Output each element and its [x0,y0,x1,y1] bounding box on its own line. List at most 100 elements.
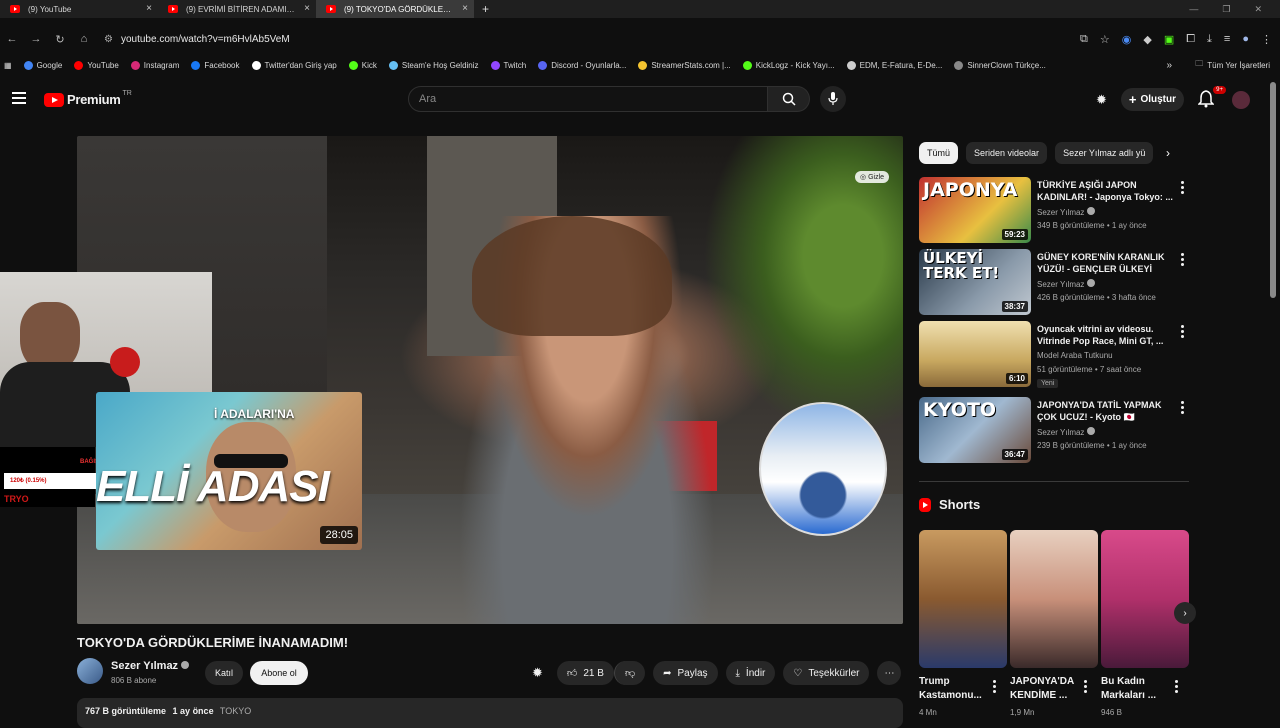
profile-icon[interactable]: ● [1242,33,1249,45]
download-button[interactable]: ⤓ İndir [725,661,776,685]
short-item[interactable]: JAPONYA'DA KENDİME ... 1,9 Mn [1010,530,1098,720]
share-button[interactable]: ➦ Paylaş [653,661,718,685]
bookmark-twitch[interactable]: Twitch [490,60,526,70]
channel-name[interactable]: Model Araba Tutkunu [1037,351,1113,360]
video-title[interactable]: Oyuncak vitrini av videosu. Vitrinde Pop… [1037,323,1173,347]
dislike-button[interactable]: 👎︎ [613,661,646,685]
short-title[interactable]: JAPONYA'DA KENDİME ... [1010,675,1080,703]
join-button[interactable]: Katıl [205,661,243,685]
video-thumbnail[interactable]: JAPONYA 59:23 [919,177,1031,243]
video-thumbnail[interactable]: ÜLKEYİ TERK ET! 38:37 [919,249,1031,315]
chip-series[interactable]: Seriden videolar [966,142,1048,164]
more-vertical-icon[interactable] [1181,325,1184,340]
recommended-video[interactable]: 6:10 Oyuncak vitrini av videosu. Vitrind… [919,321,1189,389]
endscreen-video-card[interactable]: İ ADALARI'NA ELLİ ADASI 28:05 [96,392,362,550]
short-thumbnail[interactable] [1101,530,1189,668]
hide-overlay-button[interactable]: ◎ Gizle [855,171,890,183]
channel-name[interactable]: Sezer Yılmaz [111,660,190,672]
page-scrollbar[interactable] [1270,82,1276,298]
search-input[interactable]: Ara [408,86,768,112]
extension-gear-icon[interactable]: ✹ [1096,92,1107,108]
home-icon[interactable]: ⌂ [72,33,96,45]
bookmark-edm[interactable]: EDM, E-Fatura, E-De... [846,60,942,70]
video-title[interactable]: TÜRKİYE AŞIĞI JAPON KADINLAR! - Japonya … [1037,179,1173,203]
hashtag[interactable]: TOKYO [220,706,251,716]
youtube-premium-logo[interactable]: Premium TR [44,90,132,107]
channel-name[interactable]: Sezer Yılmaz [1037,207,1096,217]
video-thumbnail[interactable]: 6:10 [919,321,1031,387]
tab-search-icon[interactable]: ≡ [1224,33,1230,45]
recommended-video[interactable]: JAPONYA 59:23 TÜRKİYE AŞIĞI JAPON KADINL… [919,177,1189,245]
extension-icon[interactable]: ◆ [1143,33,1151,46]
all-bookmarks[interactable]: 🗀 Tüm Yer İşaretleri [1195,56,1270,74]
chip-channel[interactable]: Sezer Yılmaz adlı yü [1055,142,1154,164]
browser-tab[interactable]: (9) YouTube × [0,0,158,18]
download-icon[interactable]: ⤓ [1207,33,1212,46]
short-item[interactable]: Trump Kastamonu... 4 Mn [919,530,1007,720]
more-bookmarks-icon[interactable]: » [1166,56,1172,74]
short-thumbnail[interactable] [1010,530,1098,668]
account-avatar[interactable] [1232,90,1250,109]
browser-tab-active[interactable]: (9) TOKYO'DA GÖRDÜKLERİME × [316,0,474,18]
forward-icon[interactable]: → [24,33,48,45]
recommended-video[interactable]: KYOTO 36:47 JAPONYA'DA TATİL YAPMAK ÇOK … [919,397,1189,465]
extension-icon[interactable]: ▣ [1164,33,1174,46]
cast-icon[interactable]: ⧉ [1080,33,1088,46]
channel-avatar[interactable] [77,658,103,684]
endscreen-channel-avatar[interactable] [759,402,887,536]
thanks-button[interactable]: ♡ Teşekkürler [783,661,870,685]
site-info-icon[interactable]: ⚙ [104,34,113,45]
bookmark-star-icon[interactable]: ☆ [1100,33,1110,46]
extension-gear-icon[interactable]: ✹ [532,665,543,681]
more-vertical-icon[interactable] [1181,401,1184,416]
create-button[interactable]: + Oluştur [1120,88,1184,111]
bookmark-google[interactable]: Google [23,60,62,70]
extension-icon[interactable]: ◉ [1122,33,1132,46]
close-window-icon[interactable]: ✕ [1254,4,1262,15]
video-thumbnail[interactable]: KYOTO 36:47 [919,397,1031,463]
close-tab-icon[interactable]: × [304,3,310,14]
more-actions-button[interactable]: ⋯ [877,661,902,685]
bookmark-streamerstats[interactable]: StreamerStats.com |... [638,60,731,70]
more-vertical-icon[interactable] [993,680,996,695]
short-thumbnail[interactable] [919,530,1007,668]
close-tab-icon[interactable]: × [146,3,152,14]
search-button[interactable] [768,86,810,112]
chip-all[interactable]: Tümü [919,142,959,164]
close-tab-icon[interactable]: × [462,3,468,14]
bookmark-facebook[interactable]: Facebook [191,60,240,70]
bookmark-kick[interactable]: Kick [348,60,377,70]
shorts-next-button[interactable]: › [1174,602,1196,624]
short-item[interactable]: Bu Kadın Markaları ... 946 B [1101,530,1189,720]
browser-menu-icon[interactable]: ⋮ [1261,33,1272,46]
channel-name[interactable]: Sezer Yılmaz [1037,427,1096,437]
more-vertical-icon[interactable] [1084,680,1087,695]
bookmark-twitter[interactable]: Twitter'dan Giriş yap [251,60,337,70]
video-title[interactable]: GÜNEY KORE'NİN KARANLIK YÜZÜ! - GENÇLER … [1037,251,1173,275]
more-vertical-icon[interactable] [1175,680,1178,695]
apps-grid-icon[interactable]: ▦ [4,61,12,70]
bookmark-youtube[interactable]: YouTube [74,60,119,70]
subscribe-button[interactable]: Abone ol [250,661,308,685]
short-title[interactable]: Trump Kastamonu... [919,675,989,703]
bookmark-steam[interactable]: Steam'e Hoş Geldiniz [388,60,479,70]
back-icon[interactable]: ← [0,33,24,45]
more-vertical-icon[interactable] [1181,253,1184,268]
restore-icon[interactable]: ❐ [1222,4,1230,15]
reload-icon[interactable]: ↻ [48,33,72,46]
description-box[interactable]: 767 B görüntüleme 1 ay önce TOKYO [77,698,903,728]
video-title[interactable]: JAPONYA'DA TATİL YAPMAK ÇOK UCUZ! - Kyot… [1037,399,1173,423]
bookmark-instagram[interactable]: Instagram [130,60,179,70]
bookmark-sinnerclown[interactable]: SinnerClown Türkçe... [954,60,1046,70]
like-button[interactable]: 👍︎ 21 B [556,661,614,685]
channel-name[interactable]: Sezer Yılmaz [1037,279,1096,289]
extensions-puzzle-icon[interactable]: ⧠ [1186,33,1195,46]
more-vertical-icon[interactable] [1181,181,1184,196]
bookmark-kicklogz[interactable]: KickLogz - Kick Yayı... [742,60,835,70]
hamburger-menu-icon[interactable] [12,92,26,107]
url-field[interactable]: ⚙ youtube.com/watch?v=m6HvlAb5VeM [104,28,1064,50]
notifications-button[interactable]: 9+ [1197,85,1226,110]
chevron-right-icon[interactable]: › [1166,146,1170,160]
new-tab-icon[interactable]: + [474,2,497,16]
browser-tab[interactable]: (9) EVRİMİ BİTİREN ADAMI BİTİ × [158,0,316,18]
